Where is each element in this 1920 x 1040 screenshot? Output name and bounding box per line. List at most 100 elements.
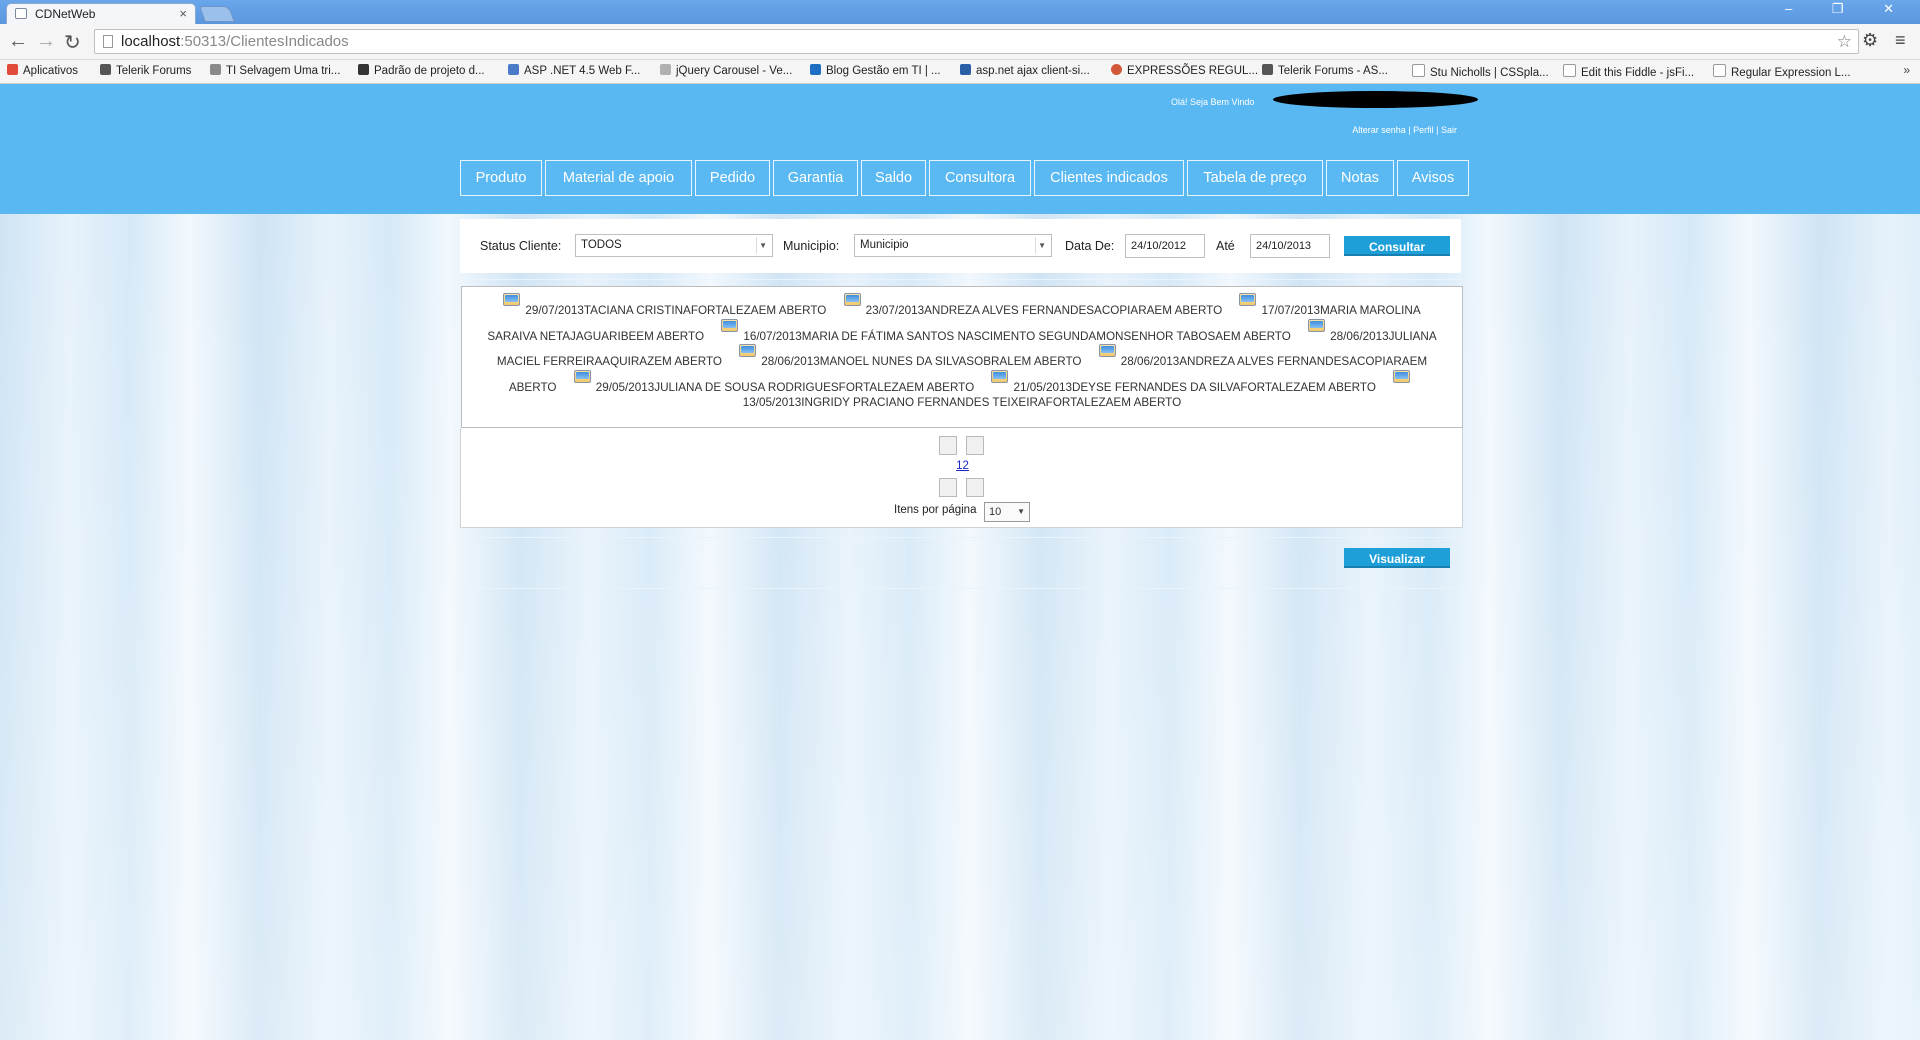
new-tab-button[interactable] [199,6,235,22]
status-cliente-value: TODOS [581,239,622,251]
reload-icon[interactable]: ↻ [64,30,81,55]
envelope-icon[interactable] [1098,344,1116,357]
envelope-icon[interactable] [721,318,739,332]
user-links: Alterar senha | Perfil | Sair [1352,125,1457,135]
list-item[interactable]: 29/07/2013TACIANA CRISTINAFORTALEZAEM AB… [503,293,826,317]
bookmark-item[interactable]: Regular Expression L... [1713,64,1851,79]
main-nav: Produto Material de apoio Pedido Garanti… [460,160,1469,196]
list-item[interactable]: 29/05/2013JULIANA DE SOUSA RODRIGUESFORT… [573,369,974,394]
last-page-button[interactable] [966,478,984,497]
nav-produto[interactable]: Produto [460,160,542,196]
list-item[interactable]: 21/05/2013DEYSE FERNANDES DA SILVAFORTAL… [991,369,1376,394]
menu-icon[interactable]: ≡ [1895,30,1906,51]
browser-tab-strip: CDNetWeb × – ❐ ✕ [0,0,1920,24]
page-icon [1412,64,1425,77]
visualizar-button[interactable]: Visualizar [1344,548,1450,568]
bookmark-item[interactable]: Edit this Fiddle - jsFi... [1563,64,1694,79]
filter-panel: Status Cliente: TODOS ▼ Municipio: Munic… [460,219,1461,273]
nav-tabela-de-preco[interactable]: Tabela de preço [1187,160,1323,196]
municipio-value: Municipio [860,239,909,251]
envelope-icon[interactable] [1239,293,1257,306]
pager: 12 Itens por página 10 ▼ [460,428,1463,528]
browser-tab[interactable]: CDNetWeb × [6,3,196,24]
nav-avisos[interactable]: Avisos [1397,160,1469,196]
divider [460,279,1463,280]
nav-clientes-indicados[interactable]: Clientes indicados [1034,160,1184,196]
ate-input[interactable] [1250,234,1330,258]
nav-saldo[interactable]: Saldo [861,160,926,196]
page-icon [103,35,113,48]
select-divider [756,237,757,254]
envelope-icon[interactable] [1393,369,1411,383]
nav-material-de-apoio[interactable]: Material de apoio [545,160,692,196]
bookmark-item[interactable]: jQuery Carousel - Ve... [660,64,792,77]
tab-close-icon[interactable]: × [179,6,187,21]
link-separator: | [1433,125,1441,135]
municipio-select[interactable]: Municipio ▼ [854,234,1052,257]
consultar-button[interactable]: Consultar [1344,236,1450,256]
select-divider [1035,237,1036,254]
data-de-input[interactable] [1125,234,1205,258]
change-password-link[interactable]: Alterar senha [1352,125,1406,135]
nav-consultora[interactable]: Consultora [929,160,1031,196]
divider [460,537,1463,538]
previous-page-button[interactable] [966,436,984,455]
ate-label: Até [1216,239,1235,253]
nav-garantia[interactable]: Garantia [773,160,858,196]
chevron-down-icon: ▼ [1017,507,1025,516]
envelope-icon[interactable] [991,369,1009,383]
bookmark-item[interactable]: Stu Nicholls | CSSpla... [1412,64,1549,79]
back-arrow-icon[interactable]: ← [8,30,28,53]
chevron-down-icon: ▼ [759,241,767,250]
redacted-username [1273,91,1478,108]
bookmark-item[interactable]: asp.net ajax client-si... [960,64,1090,77]
bookmark-item[interactable]: TI Selvagem Uma tri... [210,64,340,77]
page-favicon-icon [15,8,27,19]
envelope-icon[interactable] [843,293,861,306]
bookmark-item[interactable]: Blog Gestão em TI | ... [810,64,941,77]
results-list: 29/07/2013TACIANA CRISTINAFORTALEZAEM AB… [461,286,1463,428]
window-controls[interactable]: – ❐ ✕ [1785,1,1912,17]
welcome-text: Olá! Seja Bem Vindo [1171,97,1255,107]
logout-link[interactable]: Sair [1441,125,1457,135]
url-text: localhost:50313/ClientesIndicados [121,33,349,50]
divider [460,588,1463,589]
first-page-button[interactable] [939,436,957,455]
list-item[interactable]: 16/07/2013MARIA DE FÁTIMA SANTOS NASCIME… [721,318,1291,343]
list-item[interactable]: 23/07/2013ANDREZA ALVES FERNANDESACOPIAR… [843,293,1222,317]
page-link-2[interactable]: 2 [963,460,969,472]
bookmarks-overflow-icon[interactable]: » [1903,63,1910,77]
page-links: 12 [461,460,1464,472]
bookmark-favicon-icon [960,64,971,75]
status-cliente-select[interactable]: TODOS ▼ [575,234,773,257]
settings-gear-icon[interactable]: ⚙ [1862,30,1878,51]
page-icon [1563,64,1576,77]
bookmark-item[interactable]: ASP .NET 4.5 Web F... [508,64,640,77]
envelope-icon[interactable] [573,369,591,383]
items-per-page-label: Itens por página [894,504,977,516]
bookmarks-bar: Aplicativos Telerik Forums TI Selvagem U… [0,60,1920,84]
envelope-icon[interactable] [1308,318,1326,332]
address-bar[interactable]: localhost:50313/ClientesIndicados ☆ [94,29,1859,54]
bookmark-favicon-icon [508,64,519,75]
items-per-page-value: 10 [989,506,1002,518]
site-header: Olá! Seja Bem Vindo Alterar senha | Perf… [0,84,1920,214]
envelope-icon[interactable] [503,293,521,306]
bookmark-star-icon[interactable]: ☆ [1837,30,1852,53]
nav-pedido[interactable]: Pedido [695,160,770,196]
envelope-icon[interactable] [739,344,757,357]
items-per-page-select[interactable]: 10 ▼ [984,502,1030,522]
page-icon [1713,64,1726,77]
bookmark-item[interactable]: EXPRESSÕES REGUL... [1111,64,1258,77]
bookmark-item[interactable]: Telerik Forums [100,64,191,77]
next-page-button[interactable] [939,478,957,497]
forward-arrow-icon[interactable]: → [36,30,56,53]
profile-link[interactable]: Perfil [1413,125,1434,135]
bookmark-item[interactable]: Padrão de projeto d... [358,64,485,77]
bookmark-favicon-icon [210,64,221,75]
bookmark-item[interactable]: Aplicativos [7,64,78,77]
nav-notas[interactable]: Notas [1326,160,1394,196]
bookmark-item[interactable]: Telerik Forums - AS... [1262,64,1388,77]
bookmark-favicon-icon [1111,64,1122,75]
list-item[interactable]: 28/06/2013MANOEL NUNES DA SILVASOBRALEM … [739,344,1082,368]
